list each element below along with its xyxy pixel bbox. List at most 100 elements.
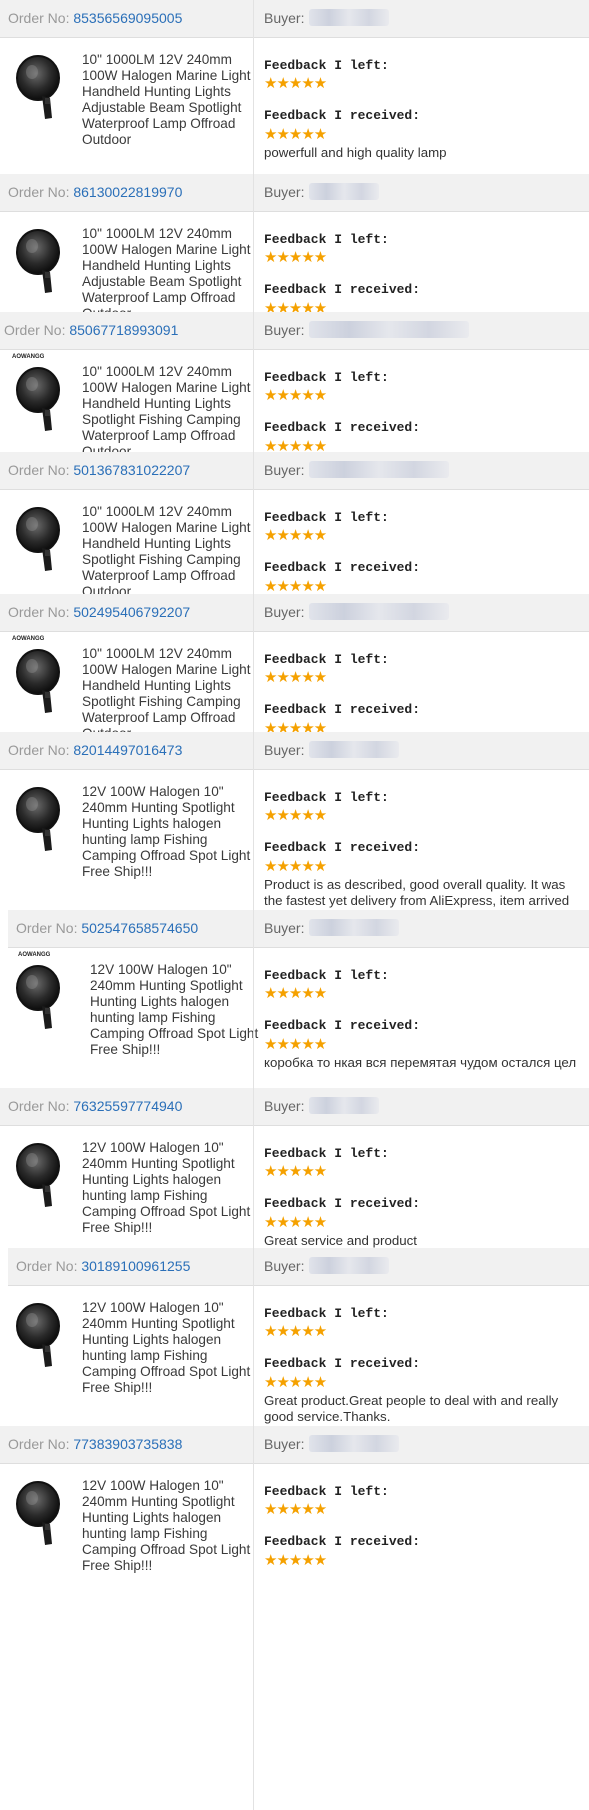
order-number-link[interactable]: 82014497016473 xyxy=(73,742,182,758)
order-header: Order No: 82014497016473 Buyer: xyxy=(0,732,589,770)
order-header: Order No: 502495406792207 Buyer: xyxy=(0,594,589,632)
buyer-name-redacted xyxy=(309,9,389,26)
feedback-left-label: Feedback I left: xyxy=(264,1146,389,1161)
product-title-link[interactable]: 12V 100W Halogen 10" 240mm Hunting Spotl… xyxy=(82,784,252,880)
product-title-link[interactable]: 10" 1000LM 12V 240mm 100W Halogen Marine… xyxy=(82,52,252,148)
order-block: Order No: 85067718993091 Buyer: AOWANGG 10"… xyxy=(0,312,589,459)
feedback-cell: Feedback I left: ★★★★★ Feedback I received… xyxy=(253,1464,589,1810)
order-number-link[interactable]: 86130022819970 xyxy=(73,184,182,200)
feedback-cell: Feedback I left: ★★★★★ Feedback I received… xyxy=(253,38,589,174)
order-number-link[interactable]: 30189100961255 xyxy=(81,1258,190,1274)
order-block: Order No: 502547658574650 Buyer: AOWANGG 12… xyxy=(0,910,589,1088)
product-title-link[interactable]: 12V 100W Halogen 10" 240mm Hunting Spotl… xyxy=(82,1300,252,1396)
feedback-received-label: Feedback I received: xyxy=(264,1534,421,1549)
feedback-comment: Great product.Great people to deal with … xyxy=(264,1393,559,1424)
buyer-name-redacted xyxy=(309,741,399,758)
feedback-received-stars: ★★★★★ xyxy=(264,858,327,875)
feedback-cell: Feedback I left: ★★★★★ Feedback I received… xyxy=(253,212,589,317)
feedback-received-label: Feedback I received: xyxy=(264,282,421,297)
order-block: Order No: 76325597774940 Buyer: 12V 100W H… xyxy=(0,1088,589,1248)
feedback-left-stars: ★★★★★ xyxy=(264,1163,327,1180)
order-number-link[interactable]: 502547658574650 xyxy=(81,920,198,936)
halogen-spotlight-image xyxy=(16,367,60,431)
order-header: Order No: 502547658574650 Buyer: xyxy=(8,910,589,948)
brand-logo: AOWANGG xyxy=(18,952,51,958)
product-cell: 12V 100W Halogen 10" 240mm Hunting Spotl… xyxy=(0,1464,253,1810)
product-title-link[interactable]: 10" 1000LM 12V 240mm 100W Halogen Marine… xyxy=(82,646,252,742)
halogen-spotlight-image xyxy=(16,1143,60,1207)
product-cell: 10" 1000LM 12V 240mm 100W Halogen Marine… xyxy=(0,212,253,321)
feedback-received-label: Feedback I received: xyxy=(264,840,421,855)
order-no-label: Order No: xyxy=(8,184,70,200)
feedback-comment: Great service and product xyxy=(264,1233,417,1248)
order-block: Order No: 82014497016473 Buyer: 12V 100W H… xyxy=(0,732,589,924)
order-number-link[interactable]: 76325597774940 xyxy=(73,1098,182,1114)
order-number-link[interactable]: 85067718993091 xyxy=(69,322,178,338)
product-cell: AOWANGG 10" 1000LM 12V 240mm 100W Halogen… xyxy=(0,632,253,741)
product-title-link[interactable]: 10" 1000LM 12V 240mm 100W Halogen Marine… xyxy=(82,226,252,322)
order-header: Order No: 85067718993091 Buyer: xyxy=(0,312,589,350)
product-cell: 12V 100W Halogen 10" 240mm Hunting Spotl… xyxy=(0,1126,253,1248)
feedback-left-label: Feedback I left: xyxy=(264,232,389,247)
buyer-label: Buyer: xyxy=(264,920,305,936)
feedback-cell: Feedback I left: ★★★★★ Feedback I received… xyxy=(253,350,589,455)
feedback-received-label: Feedback I received: xyxy=(264,1196,421,1211)
order-no-label: Order No: xyxy=(8,1098,70,1114)
product-title-link[interactable]: 12V 100W Halogen 10" 240mm Hunting Spotl… xyxy=(90,962,260,1058)
halogen-spotlight-image xyxy=(16,965,60,1029)
feedback-received-stars: ★★★★★ xyxy=(264,1214,327,1231)
buyer-name-redacted xyxy=(309,1435,399,1452)
order-no-label: Order No: xyxy=(8,604,70,620)
order-number-link[interactable]: 77383903735838 xyxy=(73,1436,182,1452)
order-no-label: Order No: xyxy=(16,920,78,936)
feedback-cell: Feedback I left: ★★★★★ Feedback I received… xyxy=(253,490,589,595)
order-block: Order No: 502495406792207 Buyer: AOWANGG 10… xyxy=(0,594,589,741)
feedback-received-label: Feedback I received: xyxy=(264,702,421,717)
halogen-spotlight-image xyxy=(16,1303,60,1367)
feedback-left-stars: ★★★★★ xyxy=(264,669,327,686)
order-block: Order No: 77383903735838 Buyer: 12V 100W H… xyxy=(0,1426,589,1810)
product-cell: 10" 1000LM 12V 240mm 100W Halogen Marine… xyxy=(0,38,253,174)
feedback-received-stars: ★★★★★ xyxy=(264,578,327,595)
buyer-name-redacted xyxy=(309,321,469,338)
feedback-left-stars: ★★★★★ xyxy=(264,75,327,92)
order-header: Order No: 76325597774940 Buyer: xyxy=(0,1088,589,1126)
feedback-cell: Feedback I left: ★★★★★ Feedback I received… xyxy=(253,1126,589,1248)
brand-logo: AOWANGG xyxy=(12,636,45,642)
feedback-left-stars: ★★★★★ xyxy=(264,387,327,404)
buyer-label: Buyer: xyxy=(264,742,305,758)
feedback-cell: Feedback I left: ★★★★★ Feedback I received… xyxy=(253,1286,589,1426)
order-no-label: Order No: xyxy=(16,1258,78,1274)
feedback-cell: Feedback I left: ★★★★★ Feedback I received… xyxy=(253,770,589,924)
feedback-received-stars: ★★★★★ xyxy=(264,126,327,143)
order-no-label: Order No: xyxy=(8,10,70,26)
order-block: Order No: 30189100961255 Buyer: 12V 100W H… xyxy=(0,1248,589,1426)
order-number-link[interactable]: 501367831022207 xyxy=(73,462,190,478)
product-title-link[interactable]: 12V 100W Halogen 10" 240mm Hunting Spotl… xyxy=(82,1478,252,1574)
product-cell: AOWANGG 12V 100W Halogen 10" 240mm Huntin… xyxy=(0,948,258,1088)
buyer-label: Buyer: xyxy=(264,1258,305,1274)
product-title-link[interactable]: 10" 1000LM 12V 240mm 100W Halogen Marine… xyxy=(82,504,252,600)
feedback-left-label: Feedback I left: xyxy=(264,510,389,525)
feedback-received-label: Feedback I received: xyxy=(264,108,421,123)
halogen-spotlight-image xyxy=(16,229,60,293)
order-number-link[interactable]: 502495406792207 xyxy=(73,604,190,620)
feedback-left-stars: ★★★★★ xyxy=(264,985,327,1002)
product-title-link[interactable]: 10" 1000LM 12V 240mm 100W Halogen Marine… xyxy=(82,364,252,460)
order-block: Order No: 85356569095005 Buyer: 10" 1000LM… xyxy=(0,0,589,174)
order-no-label: Order No: xyxy=(4,322,66,338)
feedback-comment: powerfull and high quality lamp xyxy=(264,145,447,160)
order-no-label: Order No: xyxy=(8,462,70,478)
buyer-label: Buyer: xyxy=(264,604,305,620)
product-cell: 10" 1000LM 12V 240mm 100W Halogen Marine… xyxy=(0,490,253,599)
halogen-spotlight-image xyxy=(16,55,60,119)
feedback-left-stars: ★★★★★ xyxy=(264,1323,327,1340)
feedback-left-label: Feedback I left: xyxy=(264,790,389,805)
feedback-left-stars: ★★★★★ xyxy=(264,1501,327,1518)
order-header: Order No: 77383903735838 Buyer: xyxy=(0,1426,589,1464)
product-title-link[interactable]: 12V 100W Halogen 10" 240mm Hunting Spotl… xyxy=(82,1140,252,1236)
order-number-link[interactable]: 85356569095005 xyxy=(73,10,182,26)
feedback-received-label: Feedback I received: xyxy=(264,420,421,435)
feedback-left-stars: ★★★★★ xyxy=(264,249,327,266)
halogen-spotlight-image xyxy=(16,649,60,713)
